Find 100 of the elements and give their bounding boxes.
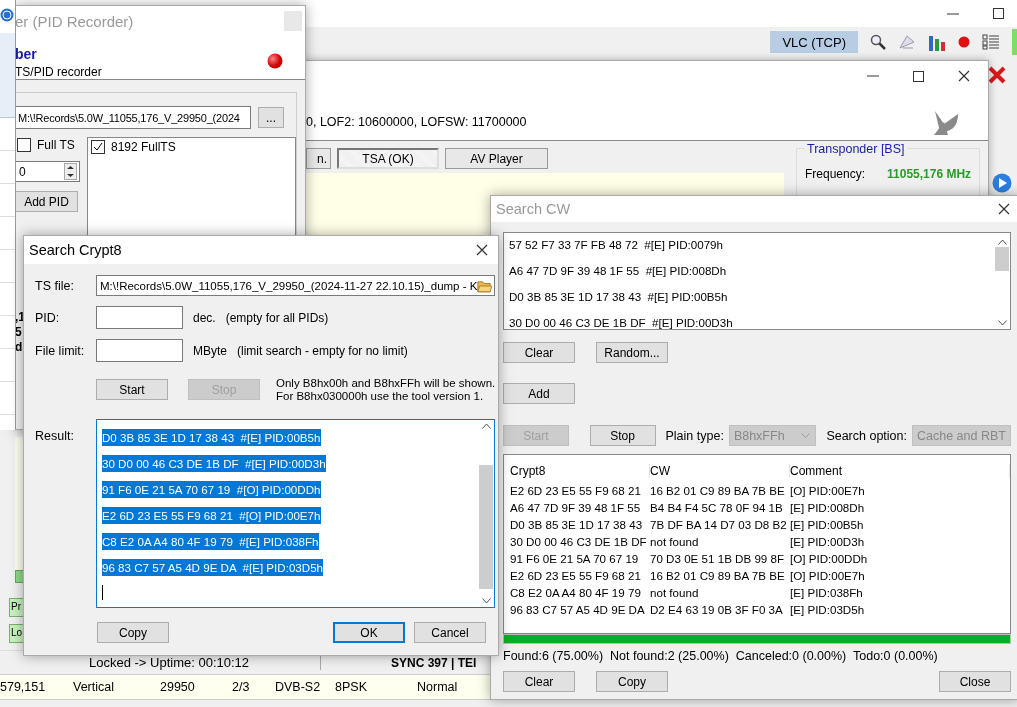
dropdown-value: Cache and RBT bbox=[917, 428, 1006, 443]
maximize-icon bbox=[913, 70, 924, 82]
column-header[interactable]: Comment bbox=[790, 464, 1010, 478]
text-cursor bbox=[102, 584, 103, 600]
checkbox[interactable] bbox=[91, 140, 105, 154]
table-cell-text: E2 6D 23 E5 55 F9 68 21 bbox=[510, 484, 642, 497]
browse-button[interactable]: ... bbox=[258, 107, 284, 128]
window-title: Search Crypt8 bbox=[29, 242, 123, 258]
lof-info: 0, LOF2: 10600000, LOFSW: 11700000 bbox=[306, 114, 527, 129]
maximize-icon bbox=[993, 8, 1004, 19]
text-fragment: d bbox=[15, 340, 23, 354]
window-title: Search CW bbox=[496, 201, 572, 217]
close-icon bbox=[998, 203, 1010, 215]
table-cell-text: [O] PID:00E7h bbox=[790, 484, 866, 497]
table-cell-text: 30 D0 00 46 C3 DE 1B DF bbox=[510, 535, 648, 548]
list-item[interactable]: D0 3B 85 3E 1D 17 38 43 #[E] PID:00B5h bbox=[509, 288, 994, 305]
random-button[interactable]: Random... bbox=[596, 342, 668, 363]
field-hint: dec. (empty for all PIDs) bbox=[193, 310, 329, 325]
list-item[interactable]: 8192 FullTS bbox=[111, 140, 176, 154]
table-cell-text: C8 E2 0A A4 80 4F 19 79 bbox=[510, 586, 642, 599]
table-cell-text: 96 83 C7 57 A5 4D 9E DA bbox=[510, 603, 646, 616]
table-cell-text: 16 B2 01 C9 89 BA 7B BE bbox=[650, 484, 786, 497]
app-subtitle: TS/PID recorder bbox=[15, 65, 102, 79]
list-item[interactable]: 57 52 F7 33 7F FB 48 72 #[E] PID:0079h bbox=[509, 236, 994, 253]
table-cell-text: [E] PID:008Dh bbox=[790, 501, 866, 514]
field-hint: MByte (limit search - empty for no limit) bbox=[193, 344, 408, 358]
list-item[interactable]: A6 47 7D 9F 39 48 1F 55 #[E] PID:008Dh bbox=[509, 262, 994, 279]
play-icon bbox=[992, 173, 1012, 193]
spinner-value: 0 bbox=[19, 164, 26, 179]
column-header[interactable]: CW bbox=[650, 464, 790, 478]
table-cell-text: [E] PID:00B5h bbox=[790, 518, 865, 531]
start-button[interactable]: Start bbox=[96, 379, 168, 401]
table-cell-text: not found bbox=[650, 535, 700, 548]
record-dot-icon bbox=[958, 36, 970, 48]
table-cell-text: Vertical bbox=[73, 680, 115, 694]
table-cell-text: 16 B2 01 C9 89 BA 7B BE bbox=[650, 569, 786, 582]
tab[interactable]: AV Player bbox=[445, 148, 548, 169]
search-icon bbox=[870, 34, 886, 50]
table-cell-text: 8PSK bbox=[335, 680, 368, 694]
list-icon bbox=[982, 34, 1000, 50]
field-label: File limit: bbox=[35, 344, 86, 358]
vlc-button[interactable]: VLC (TCP) bbox=[770, 31, 858, 53]
field-label: PID: bbox=[35, 310, 61, 325]
path-field[interactable]: M:\!Records\5.0W_11055,176_V_29950_(2024 bbox=[15, 106, 251, 129]
close-icon bbox=[988, 66, 1006, 84]
table-cell-text: Normal bbox=[417, 680, 459, 694]
table-cell-text: 7B DF BA 14 D7 03 D8 B2 bbox=[650, 518, 788, 531]
table-cell-text: 70 D3 0E 51 1B DB 99 8F bbox=[650, 552, 786, 565]
table-cell-text: [E] PID:03D5h bbox=[790, 603, 866, 616]
window-title: er (PID Recorder) bbox=[15, 12, 135, 30]
checkbox-label: Full TS bbox=[37, 138, 75, 152]
result-box[interactable] bbox=[96, 418, 496, 608]
scroll-down-icon bbox=[481, 597, 491, 604]
column-header[interactable]: Crypt8 bbox=[510, 464, 650, 478]
table-cell-text: [E] PID:038Fh bbox=[790, 586, 864, 599]
pid-field[interactable] bbox=[96, 306, 183, 330]
cw-list[interactable]: 57 52 F7 33 7F FB 48 72 #[E] PID:0079h A6 47 7D 9F 39 48 1F 55 #[E] PID:008Dh D0 3B 85 3E 1D 17 38 43 #[E] PID:00B5h 30 D0 00 46 C3 DE 1B DF #[E] PID:00D3h bbox=[503, 232, 1011, 330]
status-text: SYNC 397 | TEI bbox=[391, 655, 477, 670]
copy-button[interactable]: Copy bbox=[97, 622, 169, 643]
add-button[interactable]: Add bbox=[503, 383, 575, 404]
ok-button[interactable]: OK bbox=[333, 622, 405, 643]
clear-button[interactable]: Clear bbox=[503, 671, 575, 692]
stop-button[interactable]: Stop bbox=[589, 425, 656, 446]
table-cell-text: [O] PID:00E7h bbox=[790, 569, 866, 582]
app-heading: ber bbox=[15, 46, 37, 62]
dropdown-value: B8hxFFh bbox=[733, 428, 785, 443]
list-item[interactable]: 30 D0 00 46 C3 DE 1B DF #[E] PID:00D3h bbox=[509, 314, 994, 331]
bar-chart-icon bbox=[928, 33, 946, 51]
scrollbar-thumb[interactable] bbox=[995, 246, 1009, 271]
copy-button[interactable]: Copy bbox=[596, 671, 668, 692]
scroll-down-icon bbox=[997, 320, 1007, 326]
file-path-field[interactable]: M:\!Records\5.0W_11055,176_V_29950_(2024-11-27 22.10.15)_dump - K bbox=[96, 275, 496, 297]
add-pid-button[interactable]: Add PID bbox=[15, 191, 78, 212]
record-dot-icon bbox=[267, 53, 283, 69]
info-note: Only B8hx00h and B8hxFFh will be shown. For B8hx030000h use the tool version 1. bbox=[276, 376, 496, 403]
check-icon bbox=[93, 142, 103, 152]
number-spinner[interactable]: 0 bbox=[15, 161, 80, 182]
table-cell-text: [E] PID:00D3h bbox=[790, 535, 866, 548]
table-cell-text: DVB-S2 bbox=[275, 680, 322, 694]
field-label: Result: bbox=[35, 428, 75, 443]
clear-button[interactable]: Clear bbox=[503, 342, 575, 363]
close-icon bbox=[958, 70, 970, 82]
status-light bbox=[1012, 29, 1017, 55]
table-cell-text: B4 B4 F4 5C 78 0F 94 1B bbox=[650, 501, 784, 514]
file-limit-field[interactable] bbox=[96, 339, 183, 363]
table-cell-text: 91 F6 0E 21 5A 70 67 19 bbox=[510, 552, 640, 565]
cancel-button[interactable]: Cancel bbox=[414, 622, 486, 643]
tab[interactable]: TSA (OK) bbox=[337, 148, 439, 169]
table-cell-text: 2/3 bbox=[232, 680, 251, 694]
field-label: Frequency: bbox=[805, 167, 866, 181]
table-cell-text: D2 E4 63 19 0B 3F F0 3A bbox=[650, 603, 784, 616]
close-button[interactable]: Close bbox=[939, 671, 1011, 692]
tab[interactable]: n. bbox=[306, 148, 331, 169]
table-cell-text: not found bbox=[650, 586, 700, 599]
scrollbar-thumb[interactable] bbox=[479, 465, 494, 590]
field-label: Search option: bbox=[826, 428, 907, 443]
checkbox[interactable] bbox=[17, 138, 31, 152]
table-cell-text: A6 47 7D 9F 39 48 1F 55 bbox=[510, 501, 642, 514]
text-fragment: 5 bbox=[15, 325, 22, 339]
table-cell-text: 29950 bbox=[160, 680, 196, 694]
